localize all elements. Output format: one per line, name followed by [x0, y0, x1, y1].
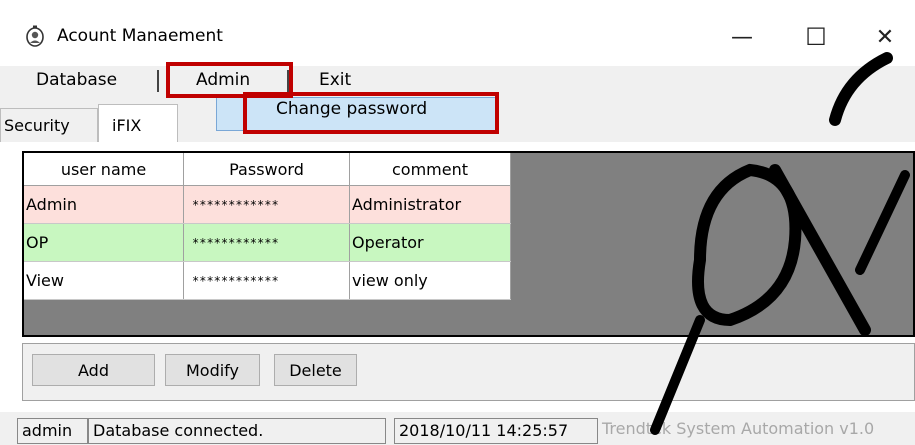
button-bar — [22, 343, 915, 401]
tab-ifix[interactable]: iFIX — [108, 114, 145, 137]
cell-password[interactable]: ************ — [183, 223, 350, 262]
maximize-button[interactable]: ☐ — [786, 14, 846, 60]
modify-button[interactable]: Modify — [165, 354, 260, 386]
cell-user[interactable]: Admin — [24, 185, 184, 224]
column-header-comment[interactable]: comment — [349, 153, 511, 186]
menu-exit[interactable]: Exit — [319, 70, 351, 90]
cell-password[interactable]: ************ — [183, 185, 350, 224]
close-icon: ✕ — [875, 24, 895, 50]
status-connection: Database connected. — [88, 418, 386, 444]
add-button[interactable]: Add — [32, 354, 155, 386]
cell-user[interactable]: OP — [24, 223, 184, 262]
status-datetime: 2018/10/11 14:25:57 — [394, 418, 598, 444]
column-header-user-name[interactable]: user name — [24, 153, 184, 186]
table-row[interactable]: Admin ************ Administrator — [24, 185, 511, 224]
change-password-highlight-box — [243, 92, 499, 134]
cell-comment[interactable]: Administrator — [349, 185, 511, 224]
app-icon — [26, 25, 44, 47]
cell-password[interactable]: ************ — [183, 261, 350, 300]
cell-user[interactable]: View — [24, 261, 184, 300]
minimize-icon: — — [731, 24, 753, 50]
user-table: user name Password comment Admin *******… — [24, 153, 511, 300]
maximize-icon: ☐ — [805, 23, 827, 51]
tab-security[interactable]: Security — [0, 114, 74, 137]
table-row[interactable]: OP ************ Operator — [24, 223, 511, 262]
table-header-row: user name Password comment — [24, 153, 511, 186]
cell-comment[interactable]: Operator — [349, 223, 511, 262]
status-company: Trendtek System Automation v1.0 — [602, 419, 875, 438]
menu-database[interactable]: Database — [36, 70, 117, 90]
cell-comment[interactable]: view only — [349, 261, 511, 300]
column-header-password[interactable]: Password — [183, 153, 350, 186]
window-title: Acount Manaement — [57, 26, 223, 46]
close-button[interactable]: ✕ — [855, 14, 915, 60]
menu-separator — [157, 70, 159, 92]
status-user: admin — [17, 418, 88, 444]
title-bar: Acount Manaement — ☐ ✕ — [0, 0, 915, 62]
account-management-window: Acount Manaement — ☐ ✕ Database Admin Ex… — [0, 0, 915, 445]
minimize-button[interactable]: — — [712, 14, 772, 60]
delete-button[interactable]: Delete — [274, 354, 357, 386]
table-row[interactable]: View ************ view only — [24, 261, 511, 300]
